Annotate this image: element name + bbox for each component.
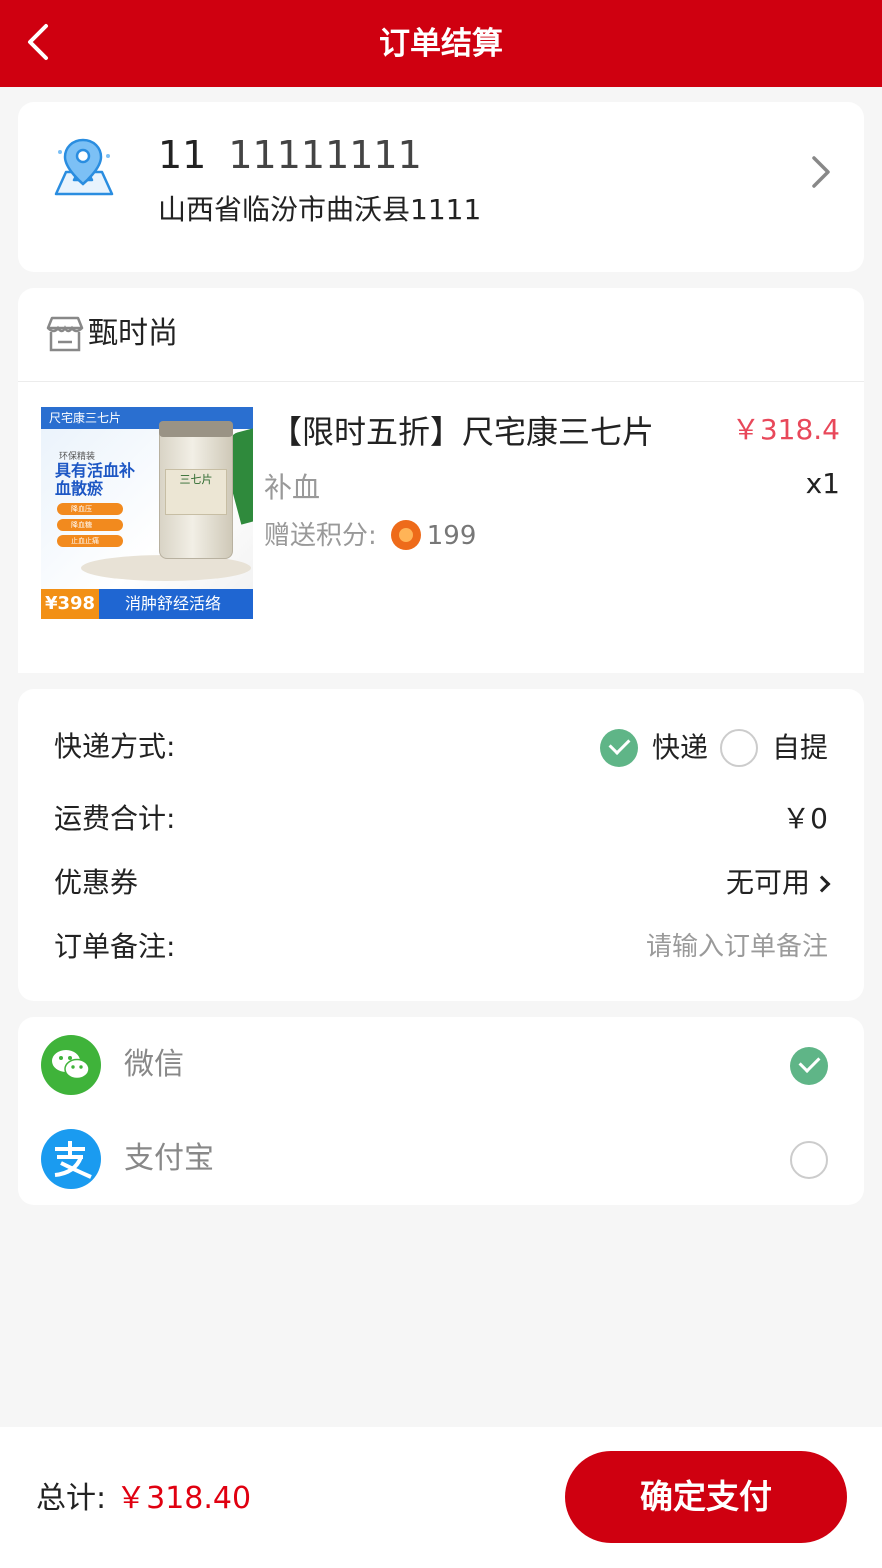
total-amount: ￥318.40 <box>116 1481 252 1516</box>
product-quantity: x1 <box>805 467 840 500</box>
alipay-icon <box>41 1129 101 1189</box>
bonus-points: 赠送积分: 199 <box>264 518 476 554</box>
product-image[interactable]: 尺宅康三七片 三七片 环保精装 具有活血补血散瘀 降血压 降血糖 止血止痛 ¥3… <box>41 407 253 619</box>
product-spec: 补血 <box>264 471 321 504</box>
chevron-right-icon <box>812 156 830 188</box>
product-price: ￥318.4 <box>731 413 840 446</box>
delivery-card: 快递方式: 快递 自提 运费合计: ￥0 优惠券 无可用 订单备注: 请输入订单备… <box>18 689 864 1001</box>
order-item-card: 甄时尚 尺宅康三七片 三七片 环保精装 具有活血补血散瘀 降血压 降血糖 止血止… <box>18 288 864 673</box>
address-detail: 山西省临汾市曲沃县1111 <box>158 193 482 226</box>
shipping-fee-label: 运费合计: <box>54 802 176 835</box>
shipping-fee-value: ￥0 <box>782 802 828 835</box>
coupon-label: 优惠券 <box>54 866 139 899</box>
page-title: 订单结算 <box>379 26 503 62</box>
order-total: 总计: ￥318.40 <box>36 1477 251 1521</box>
points-value: 199 <box>426 521 477 551</box>
total-label: 总计: <box>36 1481 107 1516</box>
delivery-method-label: 快递方式: <box>54 730 176 763</box>
express-option[interactable]: 快递 <box>652 731 708 764</box>
address-card[interactable]: 11 11111111 山西省临汾市曲沃县1111 <box>18 102 864 272</box>
delivery-method-options: 快递 自提 <box>599 727 828 768</box>
recipient-name: 11 <box>158 133 207 177</box>
pickup-radio-icon[interactable] <box>719 729 758 767</box>
wechat-pay-option[interactable]: 微信 <box>124 1043 184 1087</box>
coin-icon <box>390 520 421 550</box>
pickup-option[interactable]: 自提 <box>772 731 828 764</box>
order-remark-input[interactable]: 请输入订单备注 <box>646 927 828 967</box>
payment-card: 微信 支付宝 <box>18 1017 864 1205</box>
alipay-radio-icon[interactable] <box>790 1141 828 1179</box>
chevron-right-icon <box>813 875 831 893</box>
order-remark-label: 订单备注: <box>54 930 176 963</box>
store-name: 甄时尚 <box>88 316 178 351</box>
confirm-pay-button[interactable]: 确定支付 <box>565 1451 847 1543</box>
location-map-icon <box>54 138 114 196</box>
store-icon <box>46 316 84 352</box>
checkout-bar: 总计: ￥318.40 确定支付 <box>0 1427 882 1568</box>
address-contact: 11 11111111 <box>158 132 422 178</box>
wechat-icon <box>41 1035 101 1095</box>
express-radio-checked-icon[interactable] <box>599 729 638 767</box>
coupon-value: 无可用 <box>725 866 810 899</box>
store-header[interactable]: 甄时尚 <box>18 288 864 382</box>
top-bar: 订单结算 <box>0 0 882 87</box>
recipient-phone: 11111111 <box>228 133 422 177</box>
product-title[interactable]: 【限时五折】尺宅康三七片 <box>270 408 654 456</box>
coupon-selector[interactable]: 无可用 <box>725 863 831 903</box>
points-label: 赠送积分: <box>264 521 377 551</box>
wechat-selected-check-icon[interactable] <box>790 1047 828 1085</box>
alipay-option[interactable]: 支付宝 <box>124 1137 214 1181</box>
